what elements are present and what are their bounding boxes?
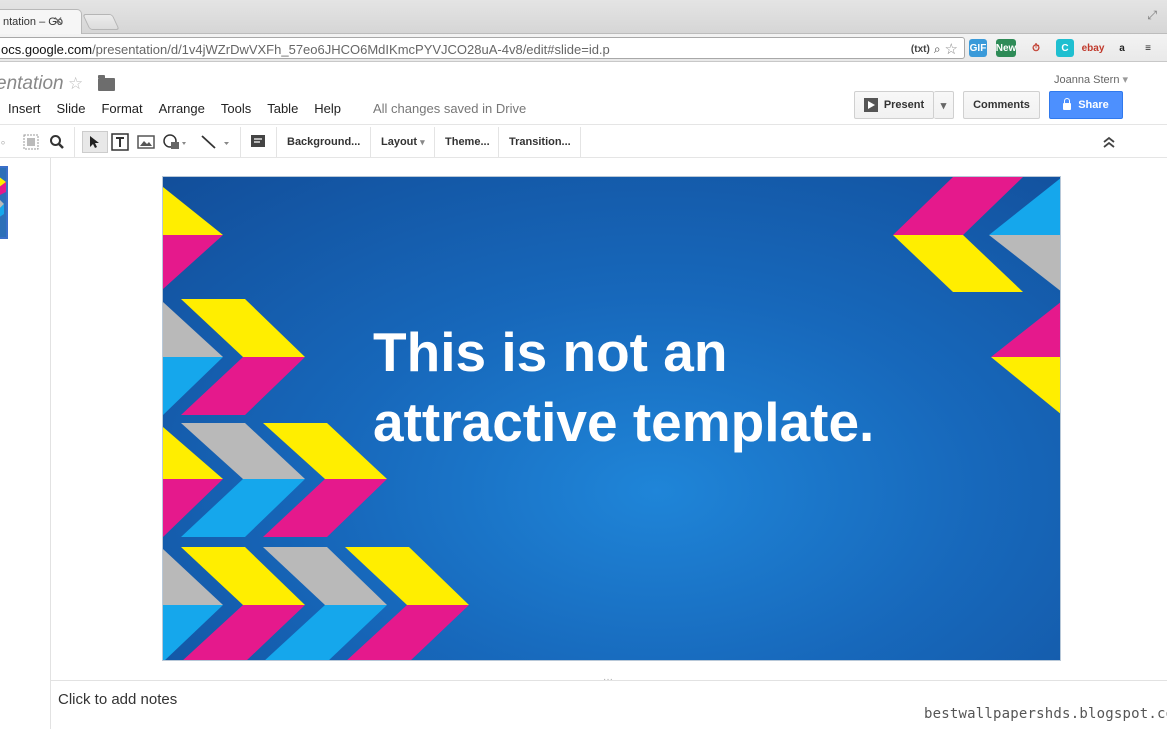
zoom-fit-icon[interactable]: ◦ — [0, 133, 12, 151]
share-label: Share — [1078, 99, 1109, 111]
toolbar-divider — [240, 127, 241, 157]
save-status: All changes saved in Drive — [373, 101, 527, 116]
slide[interactable]: This is not an attractive template. — [162, 176, 1061, 661]
menu-table[interactable]: Table — [267, 101, 298, 116]
image-icon[interactable] — [137, 133, 155, 151]
txt-badge[interactable]: (txt) — [911, 44, 930, 55]
star-icon[interactable]: ☆ — [68, 74, 83, 94]
bookmark-star-icon[interactable]: ☆ — [945, 40, 958, 58]
folder-icon[interactable] — [98, 75, 115, 91]
zoom-icon[interactable]: ⌕ — [934, 42, 941, 57]
zoom-icon[interactable] — [48, 133, 66, 151]
slide-title-line-2: attractive template. — [373, 391, 875, 453]
transition-button[interactable]: Transition... — [509, 132, 571, 152]
line-icon[interactable] — [199, 133, 231, 151]
speaker-notes-placeholder[interactable]: Click to add notes — [58, 691, 177, 708]
menu-help[interactable]: Help — [314, 101, 341, 116]
new-extension-icon[interactable]: New — [996, 39, 1016, 57]
lock-icon — [1063, 97, 1072, 110]
background-button[interactable]: Background... — [287, 132, 360, 152]
tab-close-icon[interactable]: ✕ — [53, 14, 63, 28]
amazon-extension-icon[interactable]: a — [1114, 39, 1130, 57]
share-button[interactable]: Share — [1049, 91, 1123, 119]
select-layout-icon[interactable] — [22, 133, 40, 151]
present-label: Present — [883, 99, 925, 111]
menu-tools[interactable]: Tools — [221, 101, 251, 116]
shape-icon[interactable] — [161, 133, 187, 151]
slide-thumbnail[interactable] — [0, 166, 8, 239]
collapse-toolbar-icon[interactable] — [1100, 133, 1118, 151]
browser-toolbar: ocs.google.com/presentation/d/1v4jWZrDwV… — [0, 34, 1167, 62]
play-icon — [863, 98, 878, 112]
slide-title[interactable]: This is not an attractive template. — [373, 317, 1013, 457]
text-box-icon[interactable] — [111, 133, 129, 151]
menu-bar: Insert Slide Format Arrange Tools Table … — [0, 101, 349, 116]
menu-slide[interactable]: Slide — [57, 101, 86, 116]
window-resize-icon[interactable]: ⤢ — [1147, 8, 1157, 23]
chevron-down-icon: ▾ — [940, 99, 947, 112]
menu-extension-icon[interactable]: ≡ — [1140, 39, 1156, 57]
ebay-extension-icon[interactable]: ebay — [1082, 39, 1105, 57]
toolbar-divider — [276, 127, 277, 157]
address-bar-icons: (txt) ⌕ ☆ — [911, 40, 958, 58]
theme-button[interactable]: Theme... — [445, 132, 490, 152]
toolbar-divider — [74, 127, 75, 157]
account-name[interactable]: Joanna Stern ▾ — [1054, 73, 1128, 86]
c-extension-icon[interactable]: C — [1056, 39, 1074, 57]
menu-format[interactable]: Format — [101, 101, 142, 116]
toolbar-divider — [370, 127, 371, 157]
menu-arrange[interactable]: Arrange — [159, 101, 205, 116]
toolbar-divider — [498, 127, 499, 157]
slide-title-line-1: This is not an — [373, 321, 728, 383]
gif-extension-icon[interactable]: GIF — [969, 39, 987, 57]
menu-insert[interactable]: Insert — [8, 101, 41, 116]
slide-filmstrip — [0, 158, 51, 729]
address-bar[interactable]: ocs.google.com/presentation/d/1v4jWZrDwV… — [0, 37, 965, 59]
browser-tab[interactable]: ntation – Go ✕ — [0, 9, 82, 34]
timer-extension-icon[interactable]: ⏱ — [1028, 39, 1044, 57]
chevron-down-icon: ▾ — [420, 136, 425, 147]
comment-icon[interactable] — [249, 133, 267, 151]
present-options-button[interactable]: ▾ — [934, 91, 954, 119]
comments-button[interactable]: Comments — [963, 91, 1040, 119]
new-tab-button[interactable] — [82, 14, 120, 30]
editing-toolbar: ◦ Background... Layout ▾ Theme... Transi… — [0, 124, 1167, 158]
toolbar-divider — [434, 127, 435, 157]
select-cursor-icon[interactable] — [82, 131, 108, 153]
toolbar-divider — [580, 127, 581, 157]
browser-tab-strip: ntation – Go ✕ ⤢ — [0, 0, 1167, 34]
document-title[interactable]: entation — [0, 73, 64, 95]
present-button[interactable]: Present — [854, 91, 934, 119]
watermark: bestwallpapershds.blogspot.com — [924, 706, 1167, 722]
layout-button[interactable]: Layout ▾ — [381, 132, 425, 152]
url-text[interactable]: ocs.google.com/presentation/d/1v4jWZrDwV… — [1, 42, 610, 57]
